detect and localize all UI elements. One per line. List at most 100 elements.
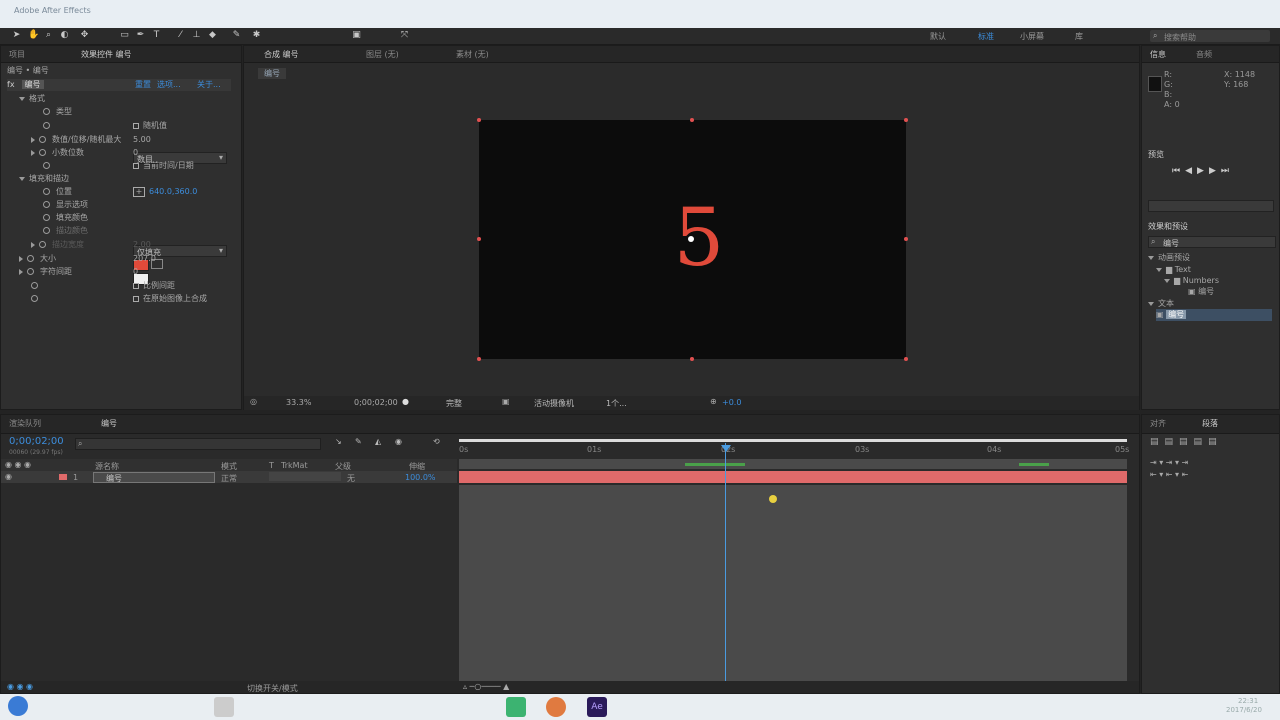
effects-presets-tab[interactable]: 效果和预设 xyxy=(1148,221,1188,232)
twirl-right-icon[interactable] xyxy=(31,136,35,143)
graph-editor-icon[interactable]: ⟲ xyxy=(433,437,440,446)
workspace-standard[interactable]: 标准 xyxy=(978,31,994,42)
comp-subtab[interactable]: 编号 xyxy=(258,68,286,79)
camera-tool-icon[interactable]: ◐ xyxy=(60,31,69,40)
roto-tool-icon[interactable]: ✎ xyxy=(232,31,241,40)
av-switches-icon[interactable]: ◉ ◉ ◉ xyxy=(5,460,31,469)
stopwatch-icon[interactable] xyxy=(43,227,50,234)
effects-search-input[interactable]: ⌕ 编号 xyxy=(1148,236,1276,248)
views-dropdown[interactable]: 1个... xyxy=(606,398,627,409)
effect-reset-link[interactable]: 重置 xyxy=(135,79,151,91)
tracking-value[interactable]: 0 xyxy=(133,266,138,278)
start-icon[interactable] xyxy=(8,696,28,716)
stopwatch-icon[interactable] xyxy=(43,108,50,115)
trkmat-dropdown[interactable] xyxy=(269,472,341,481)
workspace-small[interactable]: 小屏幕 xyxy=(1020,31,1044,42)
align-right-icon[interactable]: ▤ xyxy=(1179,437,1194,447)
first-frame-icon[interactable]: ⏮ xyxy=(1172,166,1185,176)
justify-last-icon[interactable]: ▤ xyxy=(1208,437,1223,447)
tab-layer[interactable]: 图层 (无) xyxy=(366,49,399,60)
tab-info[interactable]: 信息 xyxy=(1150,49,1166,60)
region-icon[interactable]: ▣ xyxy=(502,397,510,406)
layer-row[interactable]: ◉ 1 编号 正常 无 100.0% xyxy=(1,471,457,483)
layer-parent[interactable]: 无 xyxy=(347,473,355,484)
app-icon[interactable] xyxy=(546,697,566,717)
fx-badge[interactable]: fx xyxy=(7,79,19,91)
crosshair-icon[interactable]: + xyxy=(133,187,145,197)
brush-tool-icon[interactable]: ⁄ xyxy=(176,31,185,40)
viewer-timecode[interactable]: 0;00;02;00 xyxy=(354,398,398,407)
tab-project[interactable]: 项目 xyxy=(9,49,25,60)
effect-about-link[interactable]: 关于... xyxy=(197,79,221,91)
stopwatch-icon[interactable] xyxy=(39,149,46,156)
position-value[interactable]: +640.0,360.0 xyxy=(133,186,197,198)
pan-tool-icon[interactable]: ✥ xyxy=(80,31,89,40)
stopwatch-icon[interactable] xyxy=(31,282,38,289)
eraser-tool-icon[interactable]: ◆ xyxy=(208,31,217,40)
tree-preset-item[interactable]: ▣ 编号 xyxy=(1188,286,1214,298)
playhead-handle-icon[interactable] xyxy=(721,445,731,452)
layer-duration-bar[interactable] xyxy=(459,471,1127,483)
prop-format-group[interactable]: 格式 xyxy=(19,93,45,105)
after-effects-icon[interactable]: Ae xyxy=(587,697,607,717)
stopwatch-icon[interactable] xyxy=(43,201,50,208)
transform-handle[interactable] xyxy=(904,118,908,122)
twirl-right-icon[interactable] xyxy=(19,255,23,262)
tab-audio[interactable]: 音频 xyxy=(1196,49,1212,60)
layer-stretch[interactable]: 100.0% xyxy=(405,473,436,482)
transform-handle[interactable] xyxy=(477,237,481,241)
counter-digit[interactable]: 5 xyxy=(479,198,919,278)
twirl-right-icon[interactable] xyxy=(31,149,35,156)
motion-blur-icon[interactable]: ◉ xyxy=(395,437,402,446)
stopwatch-icon[interactable] xyxy=(43,162,50,169)
justify-icon[interactable]: ▤ xyxy=(1194,437,1209,447)
tree-effect-item[interactable]: ▣ 编号 xyxy=(1156,309,1272,321)
puppet-tool-icon[interactable]: ✱ xyxy=(252,31,261,40)
col-t[interactable]: T xyxy=(269,461,274,470)
size-value[interactable]: 207.0 xyxy=(133,253,156,265)
stopwatch-icon[interactable] xyxy=(27,255,34,262)
tab-timeline[interactable]: 编号 xyxy=(101,418,117,429)
tab-effect-controls[interactable]: 效果控件 编号 xyxy=(81,49,132,60)
tab-align[interactable]: 对齐 xyxy=(1150,418,1166,429)
layer-mode[interactable]: 正常 xyxy=(221,473,237,484)
stopwatch-icon[interactable] xyxy=(39,136,46,143)
clone-tool-icon[interactable]: ⊥ xyxy=(192,31,201,40)
stopwatch-icon[interactable] xyxy=(43,122,50,129)
transform-handle[interactable] xyxy=(904,357,908,361)
zoom-slider-icon[interactable]: ▵ ─○──── ▲ xyxy=(463,682,509,691)
play-icon[interactable]: ▶ xyxy=(1197,166,1209,176)
playhead[interactable] xyxy=(725,443,726,681)
toggle-switches-modes[interactable]: 切换开关/模式 xyxy=(247,683,298,694)
layer-label-color[interactable] xyxy=(59,474,67,480)
next-frame-icon[interactable]: ▶ xyxy=(1209,166,1221,176)
effect-options-link[interactable]: 选项... xyxy=(157,79,181,91)
workspace-library[interactable]: 库 xyxy=(1075,31,1083,42)
twirl-right-icon[interactable] xyxy=(19,268,23,275)
tab-render-queue[interactable]: 渲染队列 xyxy=(9,418,41,429)
value-number[interactable]: 5.00 xyxy=(133,134,151,146)
time-ruler[interactable]: 0s 01s 02s 03s 04s 05s xyxy=(459,443,1129,457)
zoom-dropdown[interactable]: 33.3% xyxy=(286,398,311,407)
draft-3d-icon[interactable]: ↘ xyxy=(335,437,342,446)
transform-handle[interactable] xyxy=(904,237,908,241)
stopwatch-icon[interactable] xyxy=(31,295,38,302)
tab-composition[interactable]: 合成 编号 xyxy=(264,49,299,60)
workspace-default[interactable]: 默认 xyxy=(930,31,946,42)
stopwatch-icon[interactable] xyxy=(27,268,34,275)
help-search[interactable]: ⌕ 搜索帮助 xyxy=(1150,30,1270,42)
prev-frame-icon[interactable]: ◀ xyxy=(1185,166,1197,176)
comp-canvas[interactable]: 5 xyxy=(477,118,908,361)
transform-handle[interactable] xyxy=(690,357,694,361)
indent-left-icon[interactable]: ⇥ ▾ ⇥ ▾ ⇥ xyxy=(1150,457,1188,469)
decimals-number[interactable]: 0 xyxy=(133,147,138,159)
axis-icon[interactable]: ⤧ xyxy=(400,31,409,40)
shy-icon[interactable]: ✎ xyxy=(355,437,362,446)
current-time-checkbox[interactable]: 当前时间/日期 xyxy=(133,160,194,172)
random-checkbox[interactable]: 随机值 xyxy=(133,120,167,132)
tab-paragraph[interactable]: 段落 xyxy=(1202,418,1218,429)
align-center-icon[interactable]: ▤ xyxy=(1165,437,1180,447)
layer-name[interactable]: 编号 xyxy=(93,472,215,483)
stopwatch-icon[interactable] xyxy=(43,214,50,221)
selection-tool-icon[interactable]: ➤ xyxy=(12,31,21,40)
